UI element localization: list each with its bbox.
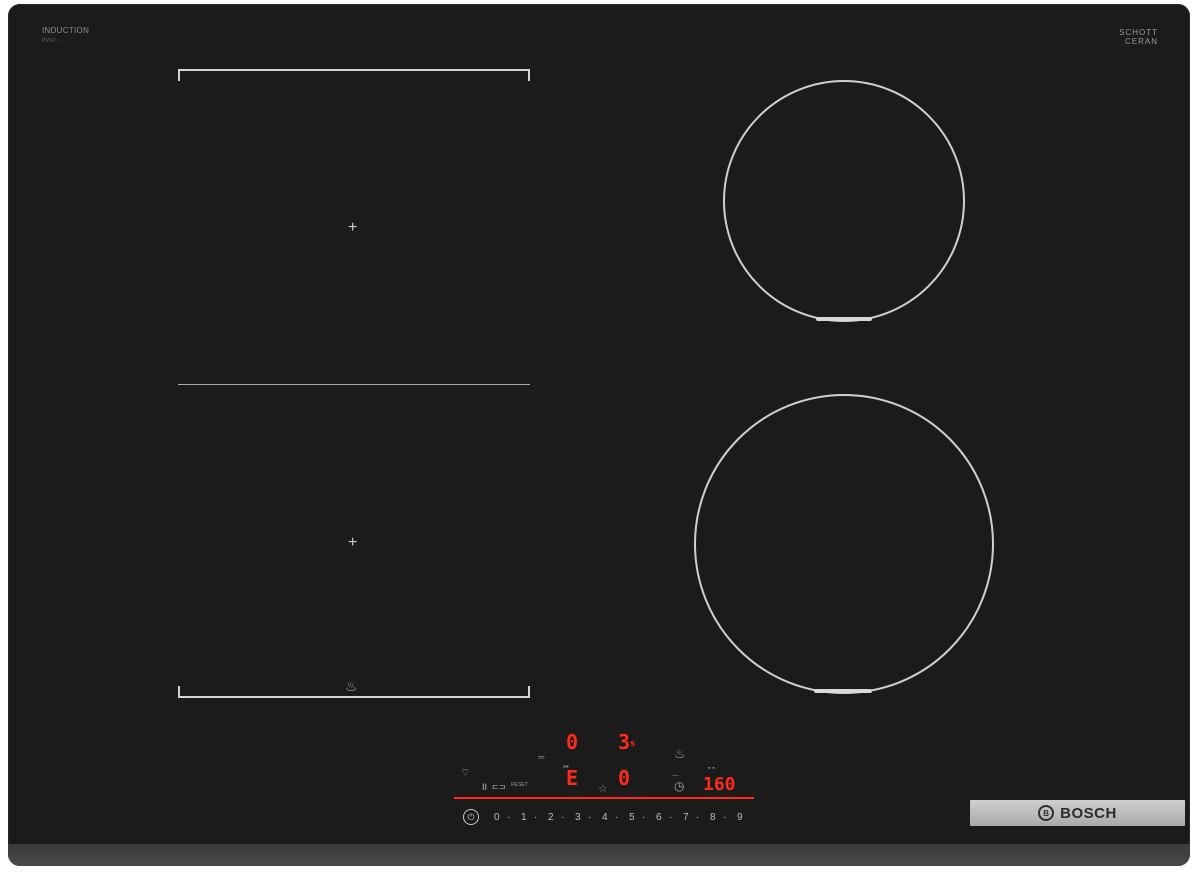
scale-1[interactable]: 1: [521, 812, 534, 823]
zone-display-top-left: 0: [566, 730, 579, 754]
seconds-unit: s: [630, 739, 636, 749]
schott-ceran-logo: SCHOTT CERAN ...: [1108, 28, 1158, 55]
timer-display: 160: [703, 774, 736, 795]
clock-icon[interactable]: ◷: [674, 779, 684, 793]
flex-zone-front-center-mark: +: [348, 534, 358, 551]
flex-zone-bottom-left-corner: [178, 686, 180, 698]
bosch-logo-icon: B: [1038, 805, 1055, 821]
scale-4[interactable]: 4: [602, 812, 615, 823]
zone-link-icon: ▪▪: [563, 762, 569, 771]
bosch-logo-letter: B: [1043, 808, 1050, 818]
zone-display-mid-right: 0: [618, 766, 631, 790]
scale-6[interactable]: 6: [656, 812, 669, 823]
scale-3[interactable]: 3: [575, 812, 588, 823]
scale-9[interactable]: 9: [737, 812, 750, 823]
rear-ring-indicator-arc: [816, 317, 872, 321]
timer-divider: —: [672, 772, 679, 779]
flex-zone-bottom-right-corner: [528, 686, 530, 698]
ceran-label: CERAN: [1124, 37, 1158, 46]
reset-button[interactable]: RESET: [511, 782, 528, 788]
scale-8[interactable]: 8: [710, 812, 723, 823]
scale-dot: ·: [615, 812, 619, 823]
wifi-icon[interactable]: ⌔: [460, 766, 470, 780]
schott-sub-label: ...: [1150, 47, 1158, 53]
scale-dot: ·: [696, 812, 700, 823]
pan-boost-icon[interactable]: ♨: [674, 746, 686, 762]
model-label: PVS7...: [42, 38, 62, 44]
pause-button[interactable]: II: [482, 782, 487, 792]
lock-icon[interactable]: ⊏⊐: [492, 782, 505, 791]
flex-zone-rear-center-mark: +: [348, 219, 358, 236]
flex-zone-top-right-corner: [528, 69, 530, 81]
power-slider-track[interactable]: [454, 797, 754, 799]
pan-sensor-icon: ♨: [345, 678, 358, 694]
front-ring-indicator-arc: [814, 689, 872, 693]
scale-dot: ·: [507, 812, 511, 823]
flex-zone-bottom-edge: [178, 696, 530, 698]
frame-bottom-edge: [8, 844, 1190, 866]
favourite-icon[interactable]: ☆: [598, 782, 608, 795]
schott-label: SCHOTT: [1119, 28, 1158, 37]
induction-label: INDUCTION: [42, 26, 90, 35]
zone-display-top-right: 3: [618, 730, 631, 754]
scale-dot: ·: [669, 812, 673, 823]
flex-zone-top-left-corner: [178, 69, 180, 81]
flex-zone-top-edge: [178, 69, 530, 71]
scale-0[interactable]: 0: [494, 812, 507, 823]
scale-dot: ·: [588, 812, 592, 823]
bosch-label: BOSCH: [1060, 804, 1117, 822]
cooking-zone-rear-right[interactable]: [723, 80, 965, 322]
scale-7[interactable]: 7: [683, 812, 696, 823]
scale-2[interactable]: 2: [548, 812, 561, 823]
scale-5[interactable]: 5: [629, 812, 642, 823]
cooking-zone-front-right[interactable]: [694, 394, 994, 694]
timer-indicator-icon: ▪ ▪: [708, 765, 715, 772]
scale-dot: ·: [723, 812, 727, 823]
scale-dot: ·: [534, 812, 538, 823]
flex-zone-divider: [178, 384, 530, 385]
cooktop-glass: INDUCTION PVS7... SCHOTT CERAN ... + + ♨…: [8, 4, 1190, 866]
bosch-brand-plate: B BOSCH: [970, 800, 1185, 826]
scale-dot: ·: [642, 812, 646, 823]
power-button[interactable]: ⏻: [463, 809, 479, 825]
power-level-scale[interactable]: 0 · 1 · 2 · 3 · 4 · 5 · 6 · 7 · 8 · 9: [494, 812, 750, 823]
scale-dot: ·: [561, 812, 565, 823]
zone-select-left-icon[interactable]: ═: [538, 752, 544, 762]
